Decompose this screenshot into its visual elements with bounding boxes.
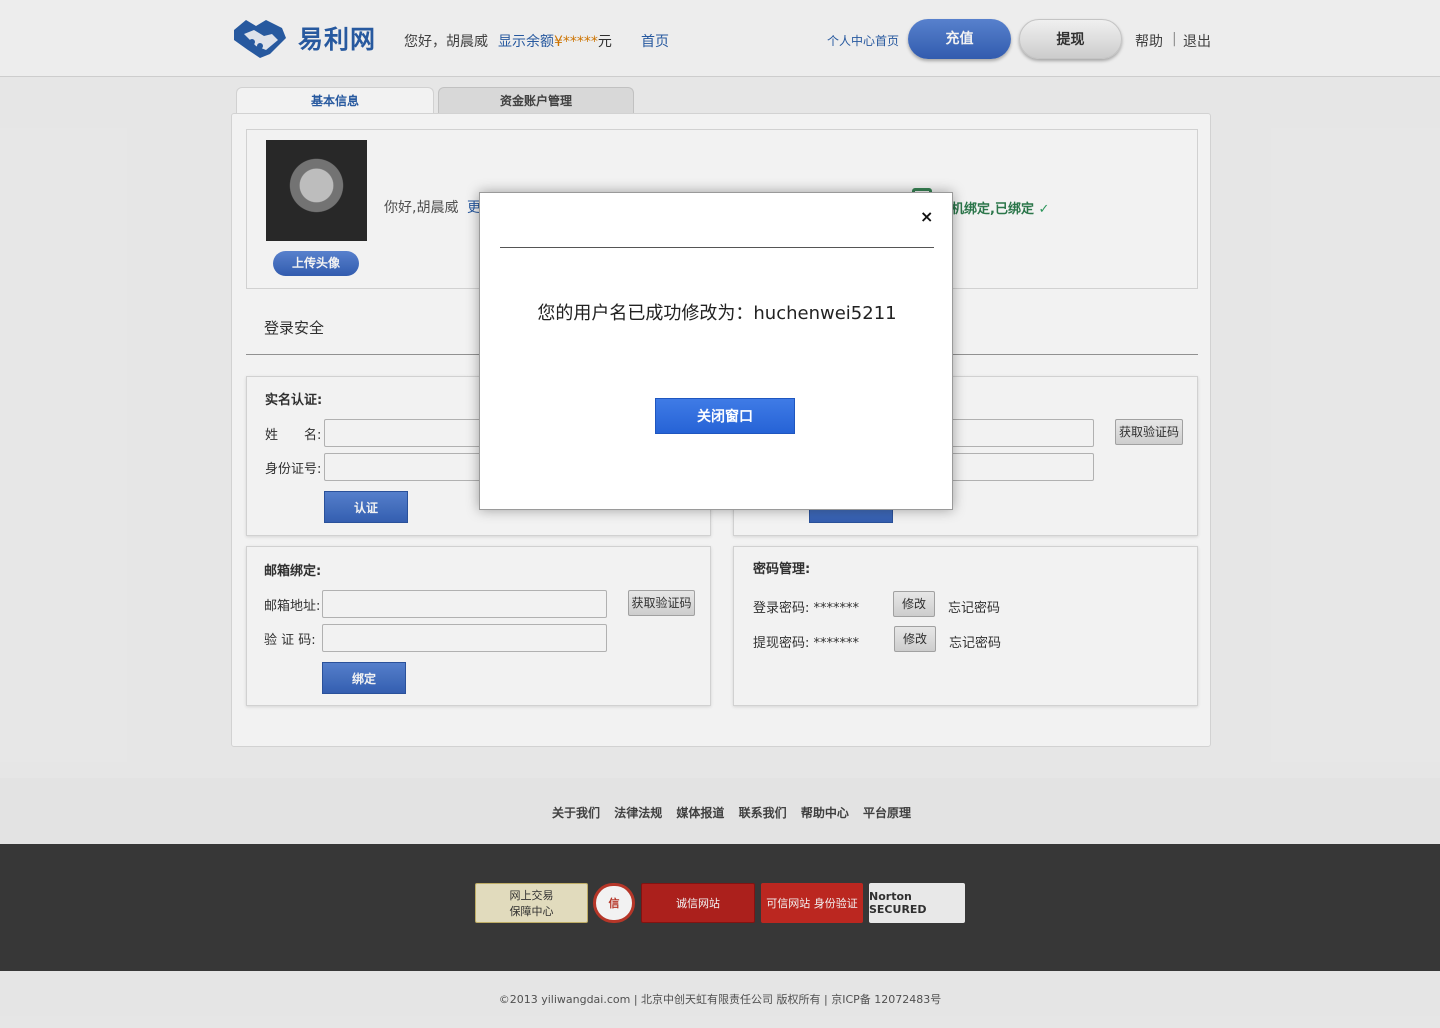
- close-icon[interactable]: ×: [920, 207, 933, 226]
- close-window-button[interactable]: 关闭窗口: [655, 398, 795, 434]
- dialog-message: 您的用户名已成功修改为：huchenwei5211: [537, 303, 897, 324]
- success-dialog: × 您的用户名已成功修改为：huchenwei5211 关闭窗口: [479, 192, 953, 510]
- modal-overlay: [0, 0, 1440, 1028]
- dialog-divider: [500, 247, 934, 248]
